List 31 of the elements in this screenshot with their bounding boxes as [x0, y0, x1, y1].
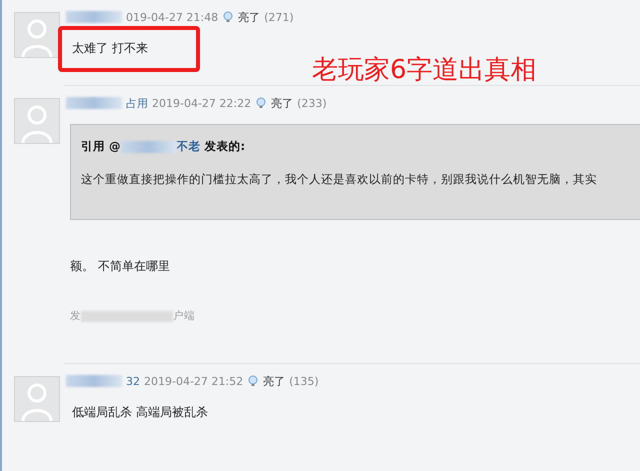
post-content: 低端局乱杀 高端局被乱杀	[71, 404, 209, 421]
bulb-icon	[255, 97, 268, 109]
source-suffix: 户端	[173, 309, 195, 323]
post-time: 2019-04-27 22:22	[152, 96, 252, 110]
avatar-icon	[14, 12, 60, 58]
like-count: (233)	[297, 96, 327, 110]
avatar-icon	[14, 98, 60, 144]
quote-lead: 引用 @	[81, 139, 121, 154]
bulb-icon	[247, 375, 260, 387]
quote-tail: 发表的:	[204, 139, 246, 154]
redacted-username	[66, 11, 122, 23]
redacted-username	[66, 375, 122, 387]
annotation-text: 老玩家6字道出真相	[312, 54, 537, 87]
bulb-icon	[222, 11, 234, 23]
post-content: 太难了 打不来	[71, 40, 149, 57]
username[interactable]: 占用	[126, 96, 148, 110]
like-label[interactable]: 亮了	[271, 96, 294, 110]
redacted-username	[120, 140, 177, 152]
like-count: (271)	[264, 10, 294, 24]
quote-text: 这个重做直接把操作的门槛拉太高了，我个人还是喜欢以前的卡特，别跟我说什么机智无脑，其实	[81, 172, 598, 187]
redacted-username	[66, 97, 122, 109]
post-time: 2019-04-27 21:52	[144, 374, 244, 388]
like-count: (135)	[289, 374, 319, 388]
like-label[interactable]: 亮了	[263, 374, 286, 388]
post-content: 额。 不简单在哪里	[69, 258, 171, 275]
like-label[interactable]: 亮了	[238, 10, 260, 24]
post-time: 019-04-27 21:48	[126, 10, 218, 24]
username[interactable]: 32	[126, 374, 140, 388]
quoted-username[interactable]: 不老	[176, 139, 201, 154]
source-prefix: 发	[70, 309, 81, 323]
avatar-icon	[14, 376, 60, 422]
